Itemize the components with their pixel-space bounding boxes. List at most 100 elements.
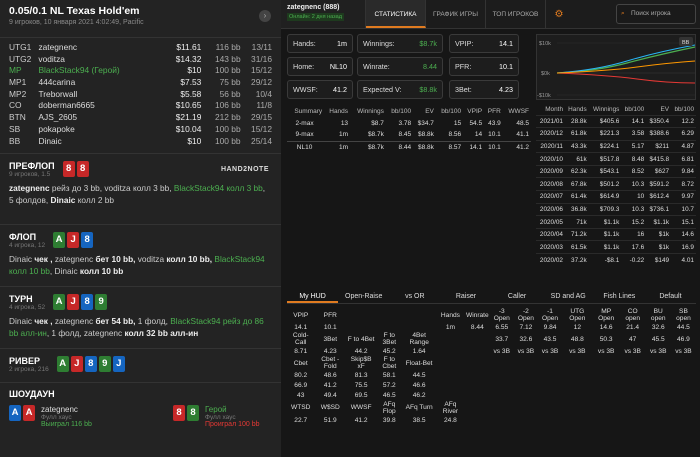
table-row[interactable]: 2020/03 61.5k $1.1k 17.6 $1k 16.9 <box>536 240 696 254</box>
column-header: bb/100 <box>674 105 694 113</box>
table-row[interactable]: 9-max 1m $8.7k 8.45 $8.8k 8.56 14 10.1 41.1 <box>287 129 531 141</box>
street-sub: 9 игроков, 1.5 <box>9 170 51 178</box>
hud-cell <box>376 308 402 322</box>
street-name: ФЛОП <box>9 231 37 242</box>
user-tab[interactable]: zategnenc (888) Онлайн: 2 дня назад <box>281 0 366 28</box>
table-cell: 8.72 <box>671 177 696 191</box>
player-row[interactable]: UTG1 zategnenc $11.61 116 bb 13/11 <box>9 42 272 54</box>
street-sub: 4 игрока, 52 <box>9 303 46 311</box>
table-row[interactable]: 2020/06 36.8k $709.3 10.3 $736.1 10.7 <box>536 202 696 216</box>
player-stack: $5.58 <box>180 88 202 99</box>
hud-cell: 7.12 <box>519 323 533 331</box>
street-name: ШОУДАУН <box>9 389 55 399</box>
table-cell: $149 <box>646 253 672 267</box>
hud-tab[interactable]: Fish Lines <box>594 290 645 303</box>
hud-cell: F to 3Bet <box>382 332 397 347</box>
table-cell: 8.56 <box>448 131 462 139</box>
player-row[interactable]: SB pokapoke $10.04 100 bb 15/12 <box>9 124 272 136</box>
tab-top-players[interactable]: ТОП ИГРОКОВ <box>486 0 546 28</box>
table-cell: 54.5 <box>469 119 483 127</box>
table-row[interactable]: 2-max 13 $8.7 3.78 $34.7 15 54.5 43.9 48.5 <box>287 117 531 129</box>
hud-cell: MP Open <box>598 308 615 322</box>
card: J <box>67 294 80 310</box>
hud-cell: 49.4 <box>323 392 337 400</box>
search-input[interactable]: ⌕ Поиск игрока <box>616 4 696 24</box>
hud-row: WTSD W$SD WWSF AFq Flop AFq Turn AFq River <box>287 401 696 415</box>
hud-cell: vs 3B <box>650 347 667 355</box>
table-cell: $8.7 <box>371 119 384 127</box>
player-row[interactable]: BB Dinaic $10 100 bb 25/14 <box>9 136 272 148</box>
hud-tab[interactable]: SD and AG <box>543 290 594 303</box>
table-cell: NL10 <box>296 143 313 151</box>
player-pos: UTG1 <box>9 42 32 52</box>
table-cell: 2020/06 <box>536 202 565 216</box>
table-row[interactable]: 2020/10 61k $517.8 8.48 $415.8 6.81 <box>536 152 696 166</box>
hud-tab[interactable]: My HUD <box>287 290 339 303</box>
player-row[interactable]: MP1 444carina $7.53 75 bb 29/12 <box>9 77 272 89</box>
player-spr: 15/12 <box>251 123 272 134</box>
table-row[interactable]: 2020/07 61.4k $614.9 10 $612.4 9.97 <box>536 190 696 204</box>
player-row[interactable]: UTG2 voditza $14.32 143 bb 31/16 <box>9 54 272 66</box>
player-name: Dinaic <box>9 316 33 326</box>
table-row[interactable]: 2020/08 67.8k $501.2 10.3 $591.2 8.72 <box>536 177 696 191</box>
tab-statistics[interactable]: СТАТИСТИКА <box>366 0 426 28</box>
hud-cell: VPIP <box>293 311 309 319</box>
table-cell: $1.1k <box>588 227 622 241</box>
table-cell: 2020/08 <box>536 177 565 191</box>
table-cell: 5.17 <box>621 139 647 153</box>
table-row[interactable]: 2020/11 43.3k $224.1 5.17 $211 4.87 <box>536 139 696 153</box>
table-cell: 8.52 <box>621 164 647 178</box>
hud-cell: 14.1 <box>294 323 308 331</box>
table-row[interactable]: 2021/01 28.8k $405.6 14.1 $350.4 12.2 <box>536 114 696 128</box>
hand-subtitle: 9 игроков, 10 января 2021 4:02:49, Pacif… <box>9 19 144 26</box>
tab-game-graph[interactable]: ГРАФИК ИГРЫ <box>426 0 486 28</box>
table-cell: 48.5 <box>516 119 529 127</box>
table-cell: 37.2k <box>565 253 589 267</box>
table-cell: 43.3k <box>565 139 589 153</box>
player-name: pokapoke <box>38 123 75 134</box>
hud-cell: 43.5 <box>543 335 557 343</box>
hud-cell: 8.44 <box>470 323 484 331</box>
table-cell: 2020/02 <box>536 253 565 267</box>
column-header: WWSF <box>508 107 529 115</box>
player-spr: 11/8 <box>256 100 272 111</box>
hud-tab[interactable]: Default <box>645 290 696 303</box>
gear-icon[interactable]: ⚙ <box>546 0 572 28</box>
player-row[interactable]: MP2 Treborwall $5.58 56 bb 10/4 <box>9 89 272 101</box>
table-row[interactable]: 2020/04 71.2k $1.1k 16 $1k 14.6 <box>536 227 696 241</box>
hud-cell: 44.5 <box>412 371 426 379</box>
chevron-right-icon[interactable]: › <box>259 10 271 22</box>
stat-winrate: Winrate: 8.44 <box>357 57 443 76</box>
hud-tab[interactable]: Raiser <box>440 290 491 303</box>
hud-cell: UTG Open <box>569 308 586 322</box>
player-row[interactable]: CO doberman6665 $10.65 106 bb 11/8 <box>9 100 272 112</box>
table-cell: $415.8 <box>646 152 672 166</box>
table-cell: $591.2 <box>646 177 672 191</box>
table-row[interactable]: 2020/09 62.3k $543.1 8.52 $627 9.84 <box>536 164 696 178</box>
turn-section: ТУРН 4 игрока, 52 AJ89 Dinaic чек , zateg… <box>0 287 281 349</box>
table-cell: $627 <box>646 164 672 178</box>
card: A <box>23 405 35 421</box>
table-cell: 9.84 <box>671 164 696 178</box>
hud-cell: Hands <box>440 311 460 319</box>
street-sub: 4 игрока, 12 <box>9 241 46 249</box>
hud-tab[interactable]: Caller <box>492 290 543 303</box>
player-pos: UTG2 <box>9 53 32 64</box>
card: 9 <box>98 356 111 372</box>
hud-cell: 46.2 <box>412 392 426 400</box>
hud-cell: Cbet - Fold <box>321 356 340 371</box>
table-cell: -$8.1 <box>588 253 622 267</box>
stat-3bet: 3Bet: 4.23 <box>449 80 519 99</box>
table-cell: $614.9 <box>588 190 622 204</box>
table-row[interactable]: 2020/02 37.2k -$8.1 -0.22 $149 4.01 <box>536 253 696 267</box>
column-header: Winnings <box>593 105 620 113</box>
player-row[interactable]: MP BlackStack94 (Герой) $10 100 bb 15/12 <box>9 65 272 77</box>
hand2note-logo: HAND2NOTE <box>220 165 269 173</box>
hud-tab[interactable]: vs OR <box>389 290 440 303</box>
monthly-table: Month Hands Winnings bb/100 EV bb/100 2021/01 2… <box>536 104 696 267</box>
table-row[interactable]: NL10 1m $8.7k 8.44 $8.8k 8.57 14.1 10.1 41.2 <box>287 141 531 153</box>
table-row[interactable]: 2020/12 61.8k $221.3 3.58 $388.6 6.29 <box>536 127 696 141</box>
table-row[interactable]: 2020/05 71k $1.1k 15.2 $1.1k 15.1 <box>536 215 696 229</box>
hud-tab[interactable]: Open-Raise <box>338 290 389 303</box>
player-row[interactable]: BTN AJS_2605 $21.19 212 bb 29/15 <box>9 112 272 124</box>
